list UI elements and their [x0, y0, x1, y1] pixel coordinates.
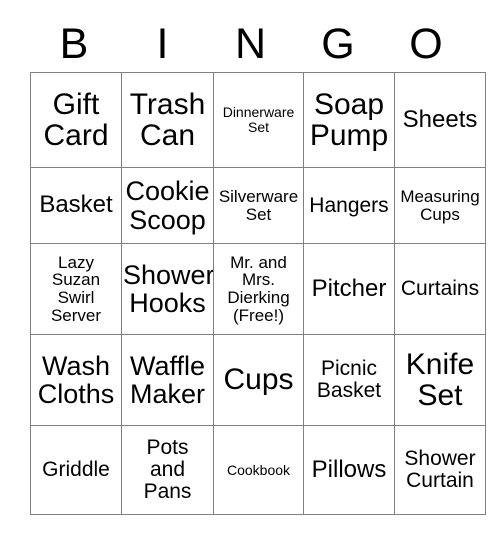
bingo-cell[interactable]: Soap Pump	[303, 72, 395, 168]
header-letter-b: B	[59, 19, 89, 68]
bingo-cell[interactable]: Basket	[30, 167, 122, 244]
bingo-cell-label: Soap Pump	[309, 87, 389, 152]
bingo-cell[interactable]: Sheets	[394, 72, 486, 168]
bingo-cell-label: Sheets	[402, 105, 478, 133]
bingo-cell-label: Shower Hooks	[123, 259, 214, 318]
bingo-cell-label: Dinnerware Set	[222, 104, 295, 135]
bingo-row: Lazy Suzan Swirl Server Shower Hooks Mr.…	[30, 243, 486, 335]
bingo-header: B I N G O	[30, 18, 470, 72]
header-letter-i: I	[156, 19, 169, 68]
bingo-cell-label: Cookie Scoop	[125, 176, 210, 235]
bingo-cell-label: Shower Curtain	[404, 447, 476, 492]
bingo-cell[interactable]: Griddle	[30, 425, 122, 515]
bingo-cell[interactable]: Pots and Pans	[121, 425, 214, 515]
bingo-cell[interactable]: Pitcher	[303, 243, 395, 335]
bingo-card: B I N G O Gift Card Trash Can Dinnerware…	[0, 0, 500, 544]
bingo-cell[interactable]: Shower Hooks	[121, 243, 214, 335]
bingo-cell[interactable]: Cookie Scoop	[121, 167, 214, 244]
bingo-cell-label: Pitcher	[311, 274, 387, 302]
header-letter-g: G	[321, 19, 355, 68]
bingo-cell[interactable]: Pillows	[303, 425, 395, 515]
bingo-cell[interactable]: Lazy Suzan Swirl Server	[30, 243, 122, 335]
bingo-row: Griddle Pots and Pans Cookbook Pillows S…	[30, 425, 486, 515]
bingo-cell[interactable]: Knife Set	[394, 334, 486, 426]
bingo-cell[interactable]: Trash Can	[121, 72, 214, 168]
bingo-cell-label: Trash Can	[129, 87, 206, 152]
bingo-cell[interactable]: Hangers	[303, 167, 395, 244]
bingo-row: Basket Cookie Scoop Silverware Set Hange…	[30, 167, 486, 244]
bingo-cell[interactable]: Curtains	[394, 243, 486, 335]
bingo-cell[interactable]: Dinnerware Set	[213, 72, 304, 168]
bingo-cell-label: Griddle	[42, 458, 110, 482]
bingo-cell-label: Cookbook	[226, 461, 291, 478]
bingo-row: Gift Card Trash Can Dinnerware Set Soap …	[30, 72, 486, 168]
bingo-cell[interactable]: Waffle Maker	[121, 334, 214, 426]
bingo-cell-label: Measuring Cups	[400, 186, 480, 224]
bingo-cell[interactable]: Measuring Cups	[394, 167, 486, 244]
bingo-cell[interactable]: Silverware Set	[213, 167, 304, 244]
bingo-cell-label: Pots and Pans	[143, 436, 192, 503]
bingo-cell-label: Pillows	[311, 455, 387, 483]
bingo-cell-label: Knife Set	[405, 347, 475, 412]
bingo-cell-label: Hangers	[309, 193, 389, 217]
bingo-cell[interactable]: Cups	[213, 334, 304, 426]
bingo-cell-label: Picnic Basket	[316, 357, 382, 402]
header-letter-o: O	[409, 19, 443, 68]
bingo-cell[interactable]: Picnic Basket	[303, 334, 395, 426]
bingo-row: Wash Cloths Waffle Maker Cups Picnic Bas…	[30, 334, 486, 426]
bingo-cell[interactable]: Wash Cloths	[30, 334, 122, 426]
bingo-cell-label: Cups	[223, 363, 294, 397]
bingo-cell-label: Lazy Suzan Swirl Server	[50, 252, 102, 325]
bingo-cell[interactable]: Cookbook	[213, 425, 304, 515]
bingo-cell-label: Wash Cloths	[37, 350, 115, 409]
bingo-cell-label: Mr. and Mrs. Dierking (Free!)	[227, 252, 290, 325]
bingo-grid: Gift Card Trash Can Dinnerware Set Soap …	[30, 72, 486, 515]
bingo-cell-label: Waffle Maker	[129, 350, 206, 409]
bingo-cell-label: Curtains	[400, 277, 480, 301]
bingo-cell-label: Basket	[39, 191, 113, 219]
bingo-cell-label: Gift Card	[43, 87, 109, 152]
bingo-cell-label: Silverware Set	[218, 186, 299, 224]
bingo-cell[interactable]: Gift Card	[30, 72, 122, 168]
bingo-cell-free-space[interactable]: Mr. and Mrs. Dierking (Free!)	[213, 243, 304, 335]
bingo-cell[interactable]: Shower Curtain	[394, 425, 486, 515]
header-letter-n: N	[234, 19, 267, 68]
